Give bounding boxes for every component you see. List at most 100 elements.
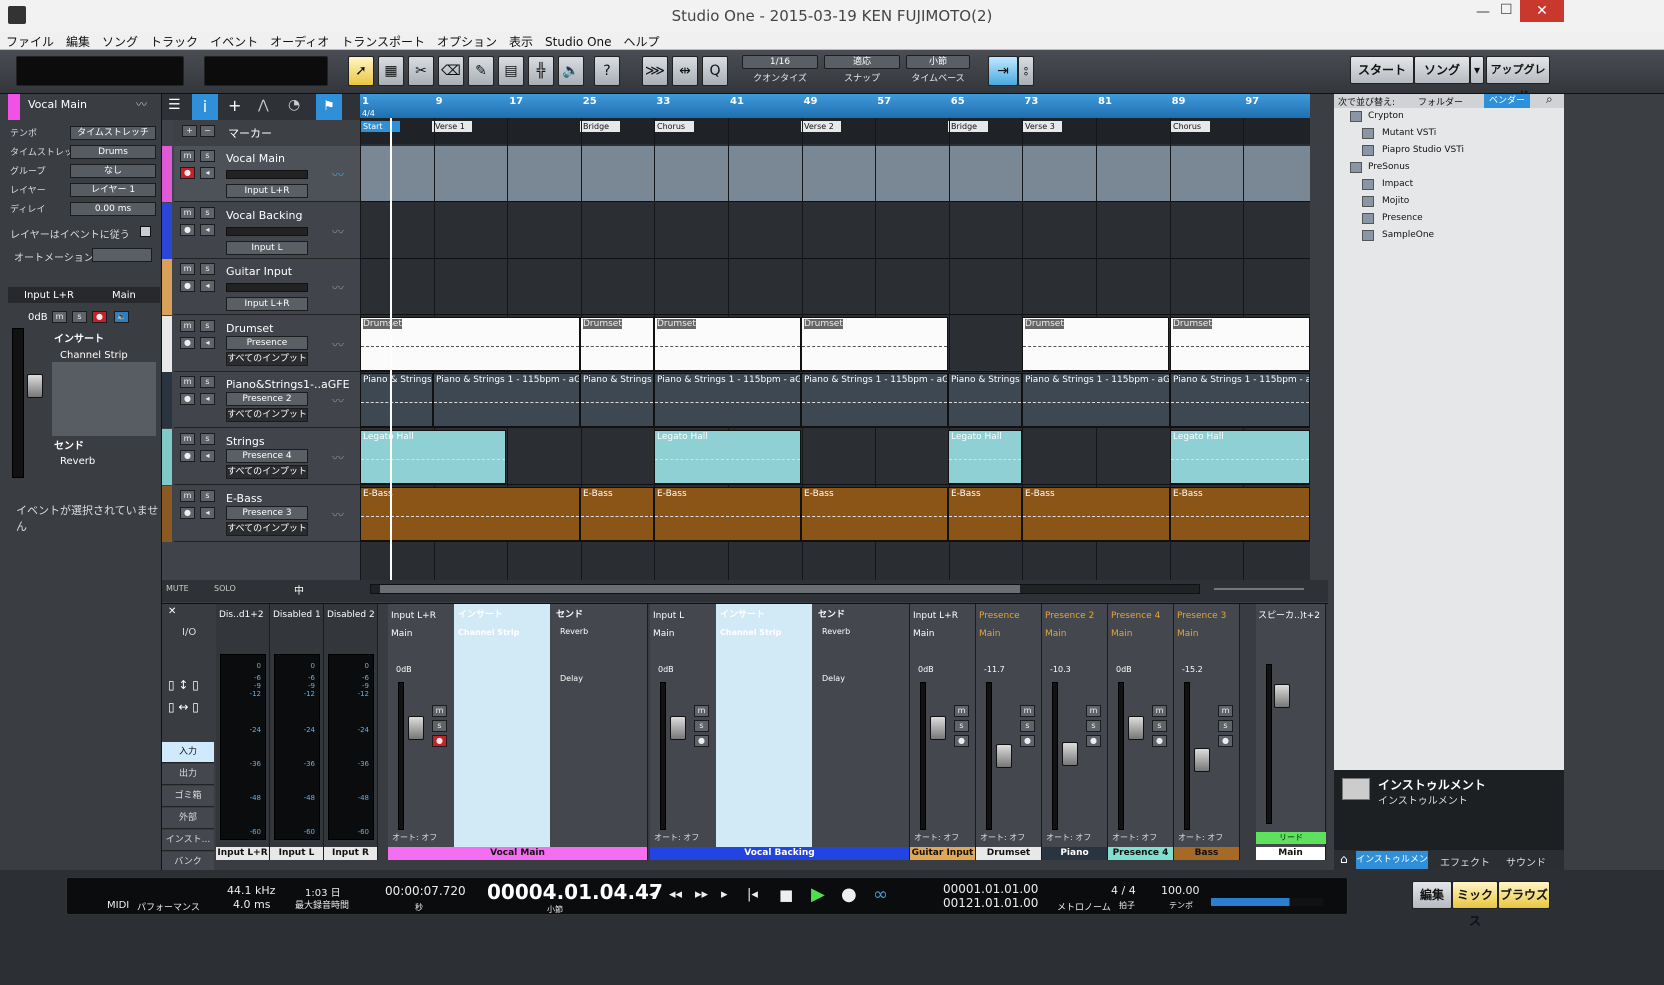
- channel-output[interactable]: Main: [653, 629, 675, 639]
- channel-fader-knob[interactable]: [408, 716, 424, 740]
- track-solo-button[interactable]: s: [200, 319, 215, 332]
- audio-clip[interactable]: E-Bass: [580, 486, 654, 541]
- audio-clip[interactable]: E-Bass: [654, 486, 801, 541]
- track-input[interactable]: すべてのインプット: [226, 465, 308, 479]
- marker[interactable]: Start: [360, 121, 400, 132]
- menu-item[interactable]: イベント: [204, 32, 264, 50]
- track-monitor-button[interactable]: ◂: [200, 393, 215, 406]
- channel-fader-knob[interactable]: [670, 716, 686, 740]
- track-monitor-button[interactable]: ◂: [200, 450, 215, 462]
- browser-item[interactable]: Mojito: [1382, 196, 1409, 206]
- channel-fader-knob[interactable]: [1128, 716, 1144, 740]
- audio-clip[interactable]: Piano & Strings 1 - 115bpm - aGFE: [1022, 373, 1170, 428]
- browser-item[interactable]: Presence: [1382, 213, 1423, 223]
- track-record-button[interactable]: ●: [180, 280, 195, 293]
- audio-clip[interactable]: Piano & Strings 1: [580, 373, 654, 428]
- marker[interactable]: Verse 1: [432, 121, 472, 132]
- track-name[interactable]: Vocal Backing: [226, 209, 302, 222]
- autoscroll-icon[interactable]: ⦂: [1018, 56, 1034, 86]
- record-button[interactable]: ●: [841, 884, 857, 905]
- track-record-button[interactable]: ●: [180, 506, 195, 519]
- zoom-slider[interactable]: [1214, 588, 1304, 590]
- inspector-solo-button[interactable]: s: [72, 311, 87, 323]
- channel-record-button[interactable]: ●: [1020, 735, 1035, 747]
- audio-clip[interactable]: Piano & Strings 1 - 115bpm - aGFE: [433, 373, 580, 428]
- track-volume-bar[interactable]: [226, 170, 308, 179]
- audio-clip[interactable]: Drumset: [801, 316, 948, 371]
- track-mute-button[interactable]: m: [180, 489, 195, 502]
- width-toggle-icon[interactable]: ▯ ↔ ▯: [168, 700, 199, 714]
- channel-input[interactable]: Presence 4: [1111, 611, 1160, 621]
- channel-mute-button[interactable]: m: [1218, 705, 1233, 717]
- upgrade-button[interactable]: アップグレード: [1486, 56, 1550, 102]
- track-instrument[interactable]: Presence 2: [226, 392, 308, 407]
- split-tool-icon[interactable]: ✂: [408, 56, 434, 86]
- channel-fader[interactable]: [398, 682, 404, 830]
- channel-solo-button[interactable]: s: [1020, 720, 1035, 732]
- inspector-row-value[interactable]: なし: [70, 164, 156, 178]
- track-instrument[interactable]: Presence: [226, 335, 308, 350]
- track-mute-button[interactable]: m: [180, 263, 195, 276]
- marker[interactable]: Bridge: [580, 121, 620, 132]
- main-fader-knob[interactable]: [1274, 684, 1290, 708]
- mute-all-button[interactable]: MUTE: [166, 584, 189, 593]
- send-delay[interactable]: Delay: [822, 674, 845, 683]
- inspector-output[interactable]: Main: [112, 290, 136, 301]
- track-solo-button[interactable]: s: [200, 376, 215, 389]
- channel-input[interactable]: Input L+R: [913, 611, 958, 621]
- channel-record-button[interactable]: ●: [954, 735, 969, 747]
- audio-clip[interactable]: Piano & Strings 1: [360, 373, 433, 428]
- mixer-side-item[interactable]: 入力: [162, 742, 214, 763]
- browser-item[interactable]: Impact: [1382, 179, 1413, 189]
- track-header[interactable]: m s ● ◂ Guitar Input Input L+R 〰: [162, 259, 360, 316]
- eraser-tool-icon[interactable]: ⌫: [438, 56, 464, 86]
- track-instrument[interactable]: Presence 4: [226, 449, 308, 463]
- channel-mute-button[interactable]: m: [1152, 705, 1167, 717]
- track-name[interactable]: Guitar Input: [226, 265, 292, 278]
- channel-input[interactable]: Presence: [979, 611, 1020, 621]
- channel-record-button[interactable]: ●: [1218, 735, 1233, 747]
- marker[interactable]: Chorus: [654, 121, 694, 132]
- track-input[interactable]: Input L+R: [226, 184, 308, 198]
- channel-auto[interactable]: オート: オフ: [654, 832, 699, 843]
- channel-record-button[interactable]: ●: [694, 735, 709, 747]
- inspector-channel-strip[interactable]: Channel Strip: [60, 350, 128, 361]
- inspector-row-value[interactable]: レイヤー 1: [70, 183, 156, 197]
- track-name[interactable]: Vocal Main: [226, 152, 285, 165]
- track-input[interactable]: Input L: [226, 240, 308, 255]
- track-record-button[interactable]: ●: [180, 450, 195, 462]
- play-button[interactable]: ▶: [811, 884, 825, 905]
- bend-tool-icon[interactable]: ╬: [528, 56, 554, 86]
- track-monitor-button[interactable]: ◂: [200, 336, 215, 349]
- channel-fader[interactable]: [1184, 682, 1190, 830]
- channel-auto[interactable]: オート: オフ: [1046, 832, 1091, 843]
- channel-mute-button[interactable]: m: [432, 705, 447, 717]
- channel-strip-plugin[interactable]: Channel Strip: [458, 628, 519, 637]
- sort-folder-tab[interactable]: フォルダー: [1418, 95, 1463, 108]
- mix-button[interactable]: ミックス: [1452, 881, 1498, 928]
- playhead[interactable]: [390, 118, 392, 580]
- browser-item[interactable]: Crypton: [1368, 111, 1404, 121]
- inspector-fader[interactable]: [12, 328, 24, 478]
- track-header[interactable]: m s ● ◂ E-Bass Presence 3 すべてのインプット 〰: [162, 485, 360, 542]
- maximize-button[interactable]: ☐: [1500, 2, 1513, 18]
- track-record-button[interactable]: ●: [180, 223, 195, 236]
- automation-icon[interactable]: ⋀: [258, 98, 269, 113]
- track-lane[interactable]: [360, 146, 1310, 202]
- main-fader[interactable]: [1266, 664, 1272, 824]
- channel-solo-button[interactable]: s: [432, 720, 447, 732]
- follow-icon[interactable]: ⇥: [988, 56, 1018, 86]
- track-mute-button[interactable]: m: [180, 376, 195, 389]
- marker[interactable]: Bridge: [948, 121, 988, 132]
- channel-fader-knob[interactable]: [996, 744, 1012, 768]
- loop-left[interactable]: 00001.01.01.00: [943, 882, 1038, 896]
- track-header[interactable]: m s ● ◂ Vocal Backing Input L 〰: [162, 202, 360, 259]
- audio-clip[interactable]: E-Bass: [360, 486, 580, 541]
- start-page-button[interactable]: スタート: [1350, 56, 1414, 84]
- return-zero-button[interactable]: ◂: [649, 887, 656, 902]
- timing-icon[interactable]: ◔: [288, 97, 300, 113]
- inspector-record-button[interactable]: ●: [92, 311, 107, 323]
- layer-follow-checkbox[interactable]: [140, 226, 151, 237]
- mixer-side-item[interactable]: インスト...: [162, 830, 214, 851]
- end-button[interactable]: ▸: [721, 887, 728, 902]
